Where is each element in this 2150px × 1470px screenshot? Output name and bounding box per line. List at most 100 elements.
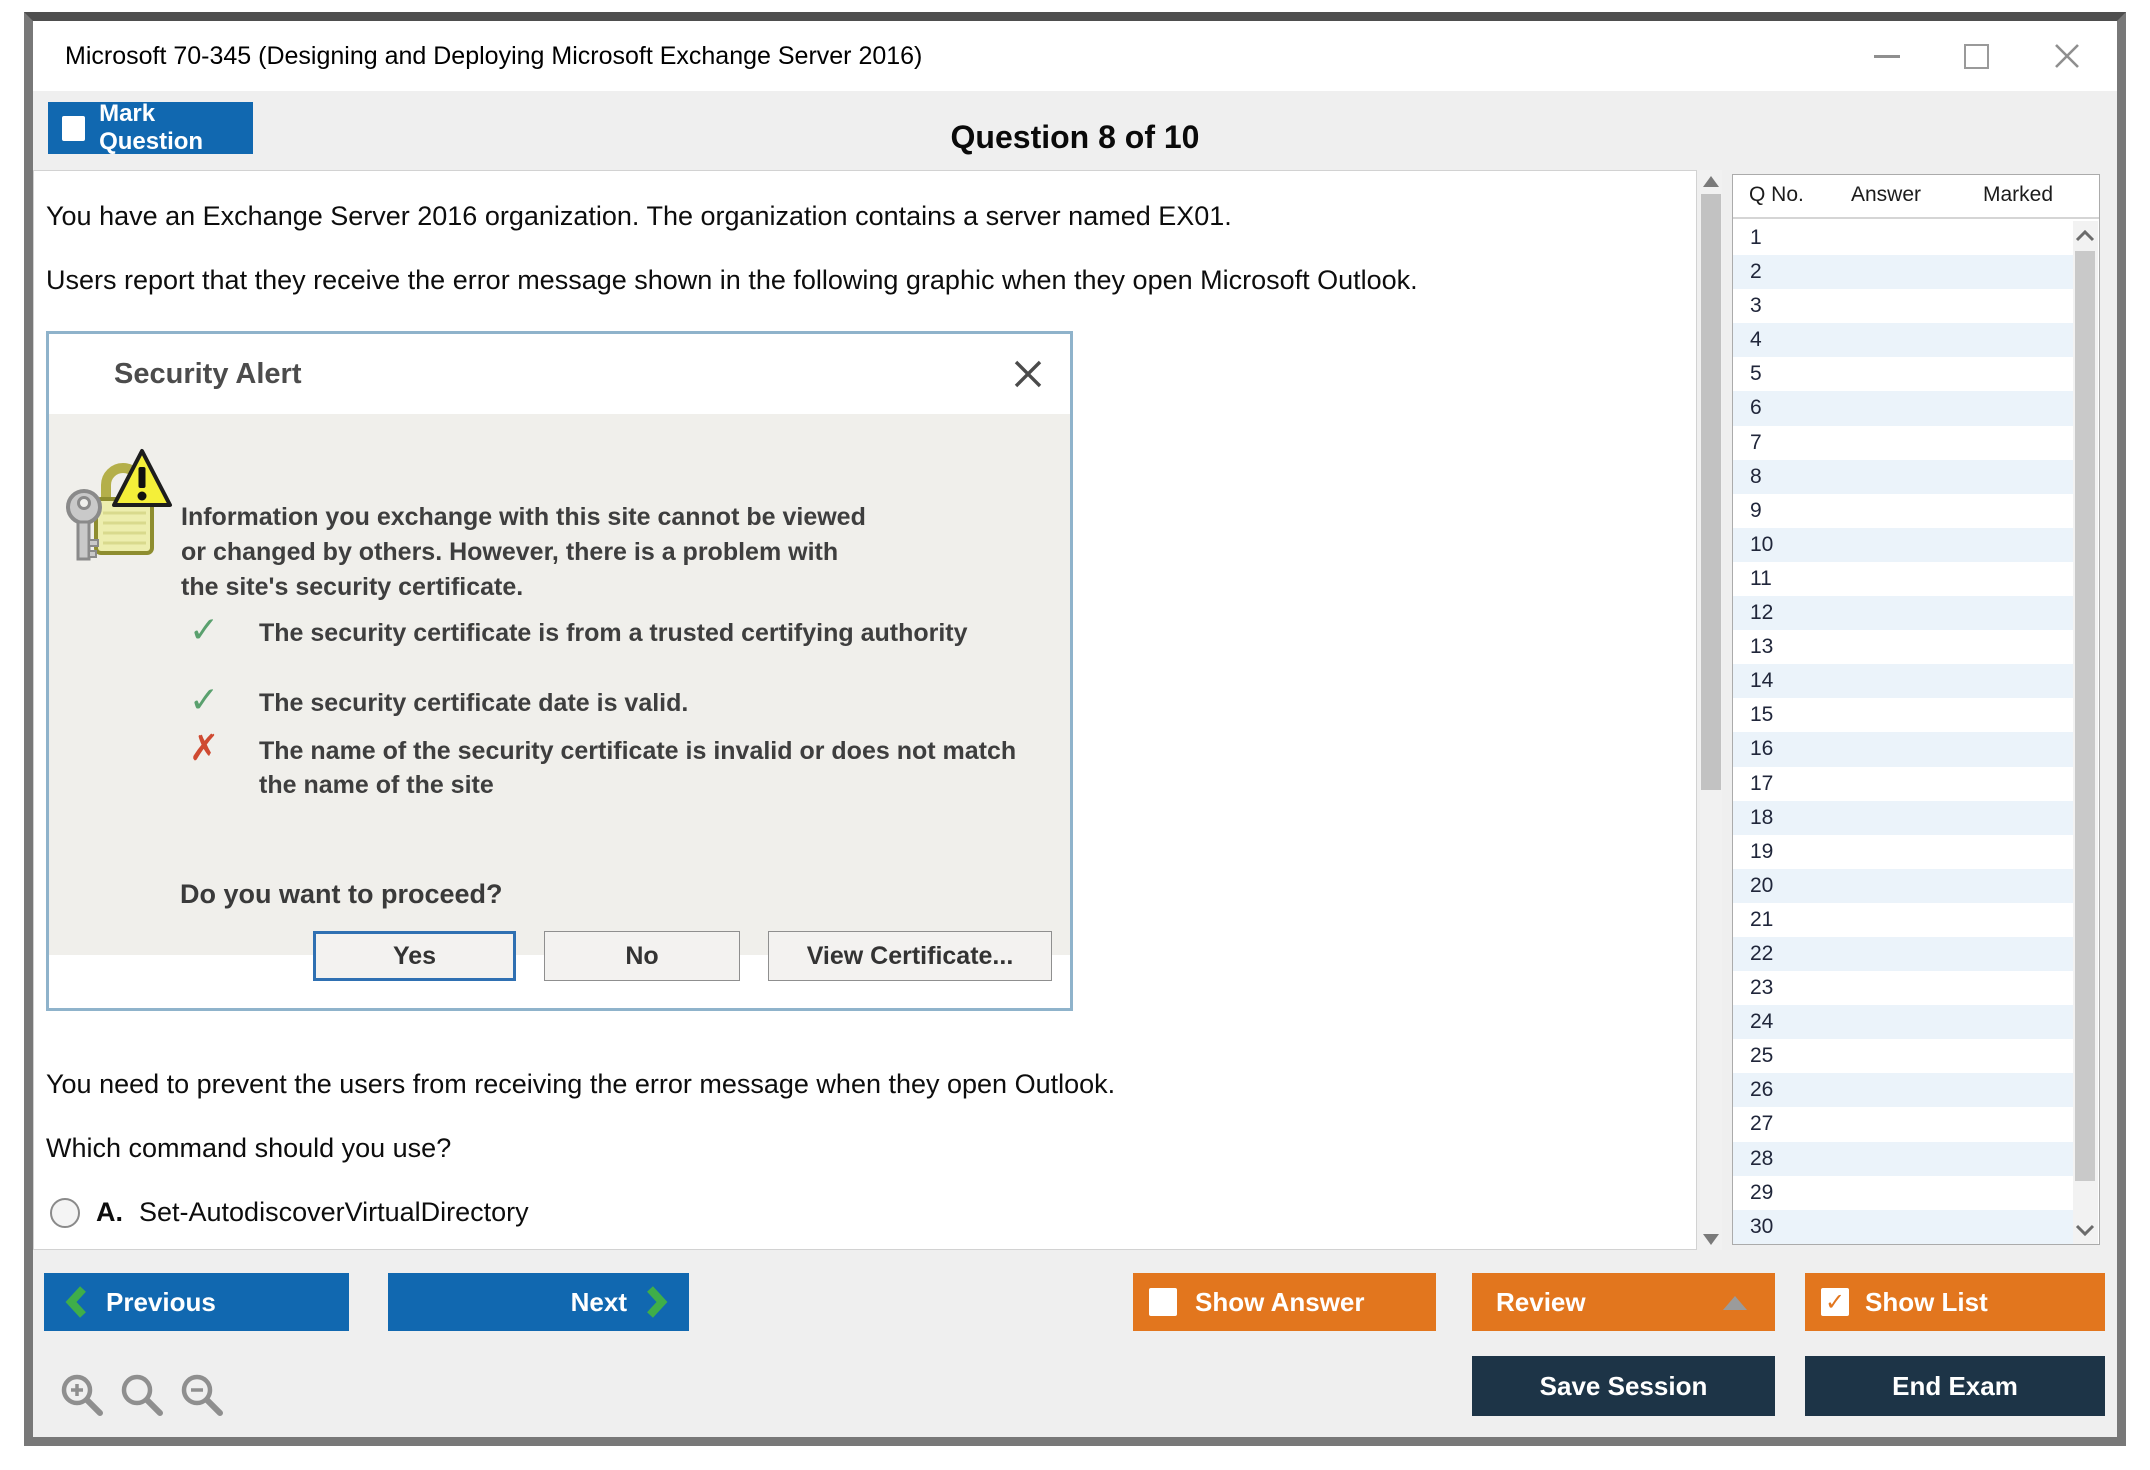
question-row[interactable]: 2 bbox=[1733, 255, 2073, 289]
question-row[interactable]: 22 bbox=[1733, 937, 2073, 971]
maximize-icon[interactable] bbox=[1964, 44, 1989, 69]
lock-warning-icon bbox=[62, 439, 174, 567]
minimize-icon[interactable] bbox=[1874, 55, 1900, 58]
show-answer-label: Show Answer bbox=[1195, 1287, 1365, 1318]
question-row[interactable]: 24 bbox=[1733, 1005, 2073, 1039]
security-alert-prompt: Do you want to proceed? bbox=[180, 879, 503, 910]
question-panel: You have an Exchange Server 2016 organiz… bbox=[33, 170, 1697, 1250]
view-certificate-button: View Certificate... bbox=[768, 931, 1052, 981]
question-row[interactable]: 25 bbox=[1733, 1039, 2073, 1073]
column-answer: Answer bbox=[1851, 183, 1921, 207]
title-bar: Microsoft 70-345 (Designing and Deployin… bbox=[33, 21, 2117, 91]
question-row[interactable]: 23 bbox=[1733, 971, 2073, 1005]
cross-icon: ✗ bbox=[189, 728, 219, 769]
check-item-text: The security certificate date is valid. bbox=[259, 686, 1019, 720]
question-row[interactable]: 21 bbox=[1733, 903, 2073, 937]
question-row[interactable]: 28 bbox=[1733, 1142, 2073, 1176]
scrollbar-thumb[interactable] bbox=[1701, 194, 1721, 790]
question-row[interactable]: 29 bbox=[1733, 1176, 2073, 1210]
window-title: Microsoft 70-345 (Designing and Deployin… bbox=[65, 21, 922, 91]
option-a-letter: A. bbox=[96, 1197, 123, 1228]
question-row[interactable]: 6 bbox=[1733, 391, 2073, 425]
save-session-label: Save Session bbox=[1540, 1371, 1708, 1402]
close-icon[interactable] bbox=[2053, 42, 2081, 70]
question-row[interactable]: 7 bbox=[1733, 426, 2073, 460]
show-list-label: Show List bbox=[1865, 1287, 1988, 1318]
zoom-in-icon[interactable] bbox=[58, 1371, 106, 1419]
review-label: Review bbox=[1496, 1287, 1586, 1318]
column-marked: Marked bbox=[1983, 183, 2053, 207]
next-button[interactable]: Next bbox=[388, 1273, 689, 1331]
question-row[interactable]: 27 bbox=[1733, 1107, 2073, 1141]
zoom-toolbar bbox=[58, 1371, 226, 1419]
question-row[interactable]: 26 bbox=[1733, 1073, 2073, 1107]
show-answer-button[interactable]: Show Answer bbox=[1133, 1273, 1436, 1331]
question-row[interactable]: 14 bbox=[1733, 664, 2073, 698]
option-a-radio[interactable] bbox=[50, 1198, 80, 1228]
question-paragraph-2: Users report that they receive the error… bbox=[46, 265, 1418, 296]
question-paragraph-4: Which command should you use? bbox=[46, 1133, 451, 1164]
question-list-scrollbar[interactable] bbox=[2073, 221, 2098, 1244]
caret-up-icon bbox=[1723, 1296, 1747, 1310]
question-row[interactable]: 3 bbox=[1733, 289, 2073, 323]
question-row[interactable]: 10 bbox=[1733, 528, 2073, 562]
security-alert-titlebar: Security Alert bbox=[49, 334, 1070, 414]
message-line: the site's security certificate. bbox=[181, 570, 866, 605]
screenshot-root: Microsoft 70-345 (Designing and Deployin… bbox=[0, 0, 2150, 1470]
question-row[interactable]: 5 bbox=[1733, 357, 2073, 391]
check-item-text: The security certificate is from a trust… bbox=[259, 616, 1004, 650]
question-counter: Question 8 of 10 bbox=[33, 119, 2117, 156]
question-list-panel: Q No. Answer Marked 12345678910111213141… bbox=[1732, 174, 2100, 1245]
security-alert-close-icon bbox=[1010, 356, 1046, 392]
scrollbar-thumb[interactable] bbox=[2075, 251, 2095, 1181]
question-list-header: Q No. Answer Marked bbox=[1733, 175, 2099, 219]
question-row[interactable]: 4 bbox=[1733, 323, 2073, 357]
scroll-down-chevron-icon[interactable] bbox=[2074, 1218, 2096, 1242]
magnifier-icon[interactable] bbox=[118, 1371, 166, 1419]
review-button[interactable]: Review bbox=[1472, 1273, 1775, 1331]
next-label: Next bbox=[571, 1287, 627, 1318]
question-paragraph-3: You need to prevent the users from recei… bbox=[46, 1069, 1115, 1100]
checkmark-icon: ✓ bbox=[1825, 1290, 1845, 1314]
security-alert-title: Security Alert bbox=[114, 334, 302, 414]
option-a-text: Set-AutodiscoverVirtualDirectory bbox=[139, 1197, 529, 1228]
column-qno: Q No. bbox=[1749, 183, 1804, 207]
zoom-out-icon[interactable] bbox=[178, 1371, 226, 1419]
show-answer-checkbox[interactable] bbox=[1149, 1288, 1177, 1316]
answer-option-a[interactable]: A. Set-AutodiscoverVirtualDirectory bbox=[50, 1197, 529, 1228]
question-row[interactable]: 11 bbox=[1733, 562, 2073, 596]
question-scrollbar[interactable] bbox=[1700, 170, 1722, 1250]
show-list-button[interactable]: ✓ Show List bbox=[1805, 1273, 2105, 1331]
show-list-checkbox[interactable]: ✓ bbox=[1821, 1288, 1849, 1316]
save-session-button[interactable]: Save Session bbox=[1472, 1356, 1775, 1416]
chevron-right-icon bbox=[645, 1285, 669, 1319]
question-row[interactable]: 13 bbox=[1733, 630, 2073, 664]
no-button: No bbox=[544, 931, 740, 981]
question-row[interactable]: 12 bbox=[1733, 596, 2073, 630]
security-alert-body: Information you exchange with this site … bbox=[49, 414, 1070, 955]
question-row[interactable]: 9 bbox=[1733, 494, 2073, 528]
security-alert-graphic: Security Alert bbox=[46, 331, 1073, 1011]
check-item-text: The name of the security certificate is … bbox=[259, 734, 1031, 802]
scroll-up-chevron-icon[interactable] bbox=[2074, 223, 2096, 247]
end-exam-button[interactable]: End Exam bbox=[1805, 1356, 2105, 1416]
message-line: or changed by others. However, there is … bbox=[181, 535, 866, 570]
yes-button: Yes bbox=[313, 931, 516, 981]
question-row[interactable]: 15 bbox=[1733, 698, 2073, 732]
security-alert-message: Information you exchange with this site … bbox=[181, 500, 866, 605]
question-row[interactable]: 18 bbox=[1733, 801, 2073, 835]
question-row[interactable]: 17 bbox=[1733, 767, 2073, 801]
question-row[interactable]: 20 bbox=[1733, 869, 2073, 903]
question-row[interactable]: 16 bbox=[1733, 732, 2073, 766]
question-row[interactable]: 1 bbox=[1733, 221, 2073, 255]
end-exam-label: End Exam bbox=[1892, 1371, 2018, 1402]
question-row[interactable]: 30 bbox=[1733, 1210, 2073, 1244]
window-controls bbox=[1874, 21, 2081, 91]
question-list: 1234567891011121314151617181920212223242… bbox=[1733, 221, 2073, 1244]
question-row[interactable]: 8 bbox=[1733, 460, 2073, 494]
previous-button[interactable]: Previous bbox=[44, 1273, 349, 1331]
check-icon: ✓ bbox=[189, 680, 219, 721]
question-row[interactable]: 19 bbox=[1733, 835, 2073, 869]
scroll-down-arrow-icon[interactable] bbox=[1700, 1228, 1722, 1250]
scroll-up-arrow-icon[interactable] bbox=[1700, 170, 1722, 192]
